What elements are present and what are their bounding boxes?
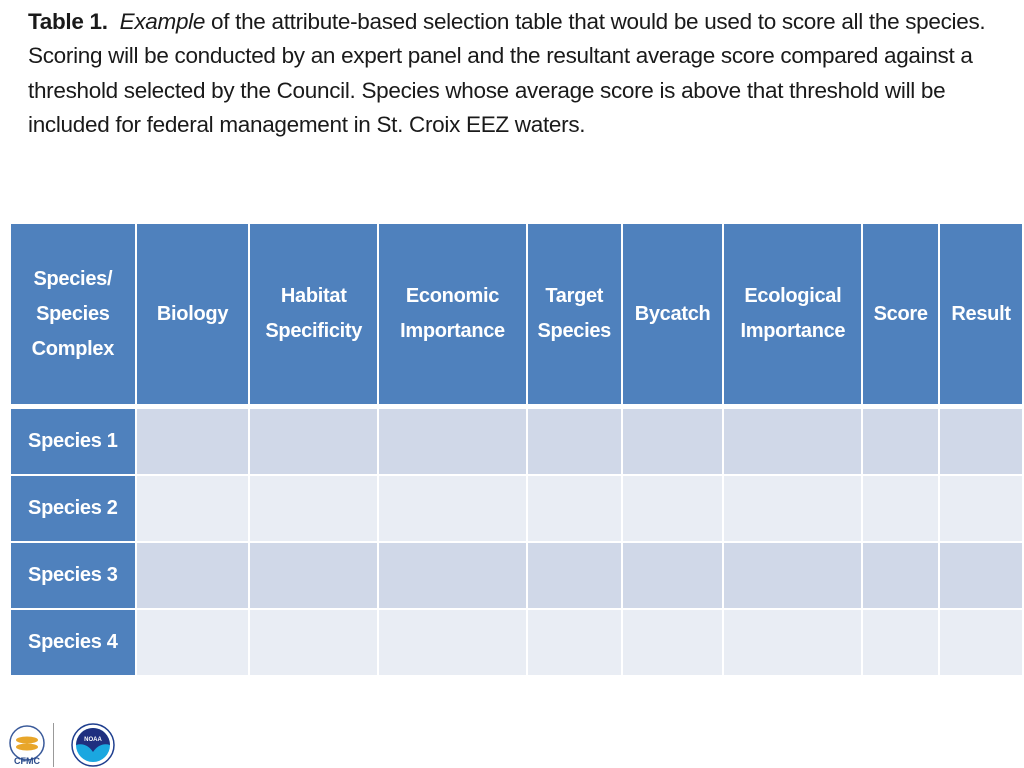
table-cell <box>620 405 725 476</box>
table-row: Species 3 <box>9 541 1024 610</box>
column-header: Biology <box>134 222 251 409</box>
table-row: Species 1 <box>9 405 1024 476</box>
column-header: Species/Species Complex <box>9 222 137 409</box>
selection-table: Species/Species Complex Biology Habitat Spec… <box>9 222 1024 677</box>
table-cell <box>134 608 251 677</box>
column-header-line: Result <box>951 302 1011 325</box>
table-cell <box>722 474 864 543</box>
table-cell <box>134 474 251 543</box>
column-header-line: Economic <box>405 285 500 307</box>
table-row: Species 2 <box>9 474 1024 543</box>
column-header: Bycatch <box>620 222 725 409</box>
row-header: Species 1 <box>9 405 137 476</box>
table-cell <box>861 405 941 476</box>
table-cell <box>938 474 1024 543</box>
column-header: Result <box>938 222 1024 409</box>
caption-label: Table 1. <box>28 9 108 34</box>
column-header-line: Target <box>545 285 604 307</box>
table-row: Species 4 <box>9 608 1024 677</box>
table-cell <box>861 608 941 677</box>
svg-text:CFMC: CFMC <box>14 756 40 766</box>
column-header-line: Importance <box>400 320 505 342</box>
logos: CFMC NOAA <box>0 722 116 768</box>
column-header-line: Score <box>873 302 928 325</box>
table-cell <box>938 405 1024 476</box>
column-header-line: Species <box>537 320 611 342</box>
table-cell <box>938 608 1024 677</box>
table-cell <box>620 541 725 610</box>
table-cell <box>620 474 725 543</box>
header-row: Species/Species Complex Biology Habitat Spec… <box>9 222 1024 409</box>
table-cell <box>722 405 864 476</box>
column-header-line: Bycatch <box>634 302 711 325</box>
row-header: Species 4 <box>9 608 137 677</box>
row-header: Species 3 <box>9 541 137 610</box>
table-cell <box>861 474 941 543</box>
row-header: Species 2 <box>9 474 137 543</box>
svg-text:NOAA: NOAA <box>84 737 102 743</box>
column-header-line: Importance <box>740 320 846 342</box>
column-header: Habitat Specificity <box>248 222 380 409</box>
column-header: Target Species <box>525 222 623 409</box>
column-header-line: Species/ <box>33 267 113 290</box>
table-cell <box>525 474 623 543</box>
table-cell <box>248 608 380 677</box>
table-cell <box>722 541 864 610</box>
column-header-line: Habitat <box>280 285 347 307</box>
table-cell <box>248 541 380 610</box>
column-header: Score <box>861 222 941 409</box>
column-header-line: Specificity <box>265 320 363 342</box>
caption-italic: Example <box>119 9 206 34</box>
table-cell <box>377 541 528 610</box>
table-cell <box>722 608 864 677</box>
column-header: Economic Importance <box>377 222 528 409</box>
table-cell <box>620 608 725 677</box>
column-header-line: Complex <box>31 337 115 360</box>
table-cell <box>248 474 380 543</box>
table-cell <box>134 541 251 610</box>
table-cell <box>525 608 623 677</box>
table-cell <box>938 541 1024 610</box>
table-cell <box>525 541 623 610</box>
table-cell <box>525 405 623 476</box>
column-header-line: Species <box>36 302 110 325</box>
column-header-line: Biology <box>156 302 229 325</box>
cfmc-logo: CFMC <box>9 723 54 767</box>
column-header: Ecological Importance <box>722 222 864 409</box>
table-caption: Table 1. Example of the attribute-based … <box>28 5 1018 142</box>
table-cell <box>377 474 528 543</box>
table-cell <box>377 405 528 476</box>
table-cell <box>377 608 528 677</box>
column-header-line: Ecological <box>744 285 842 307</box>
noaa-logo: NOAA <box>71 723 115 767</box>
table-cell <box>861 541 941 610</box>
table-cell <box>248 405 380 476</box>
table-cell <box>134 405 251 476</box>
